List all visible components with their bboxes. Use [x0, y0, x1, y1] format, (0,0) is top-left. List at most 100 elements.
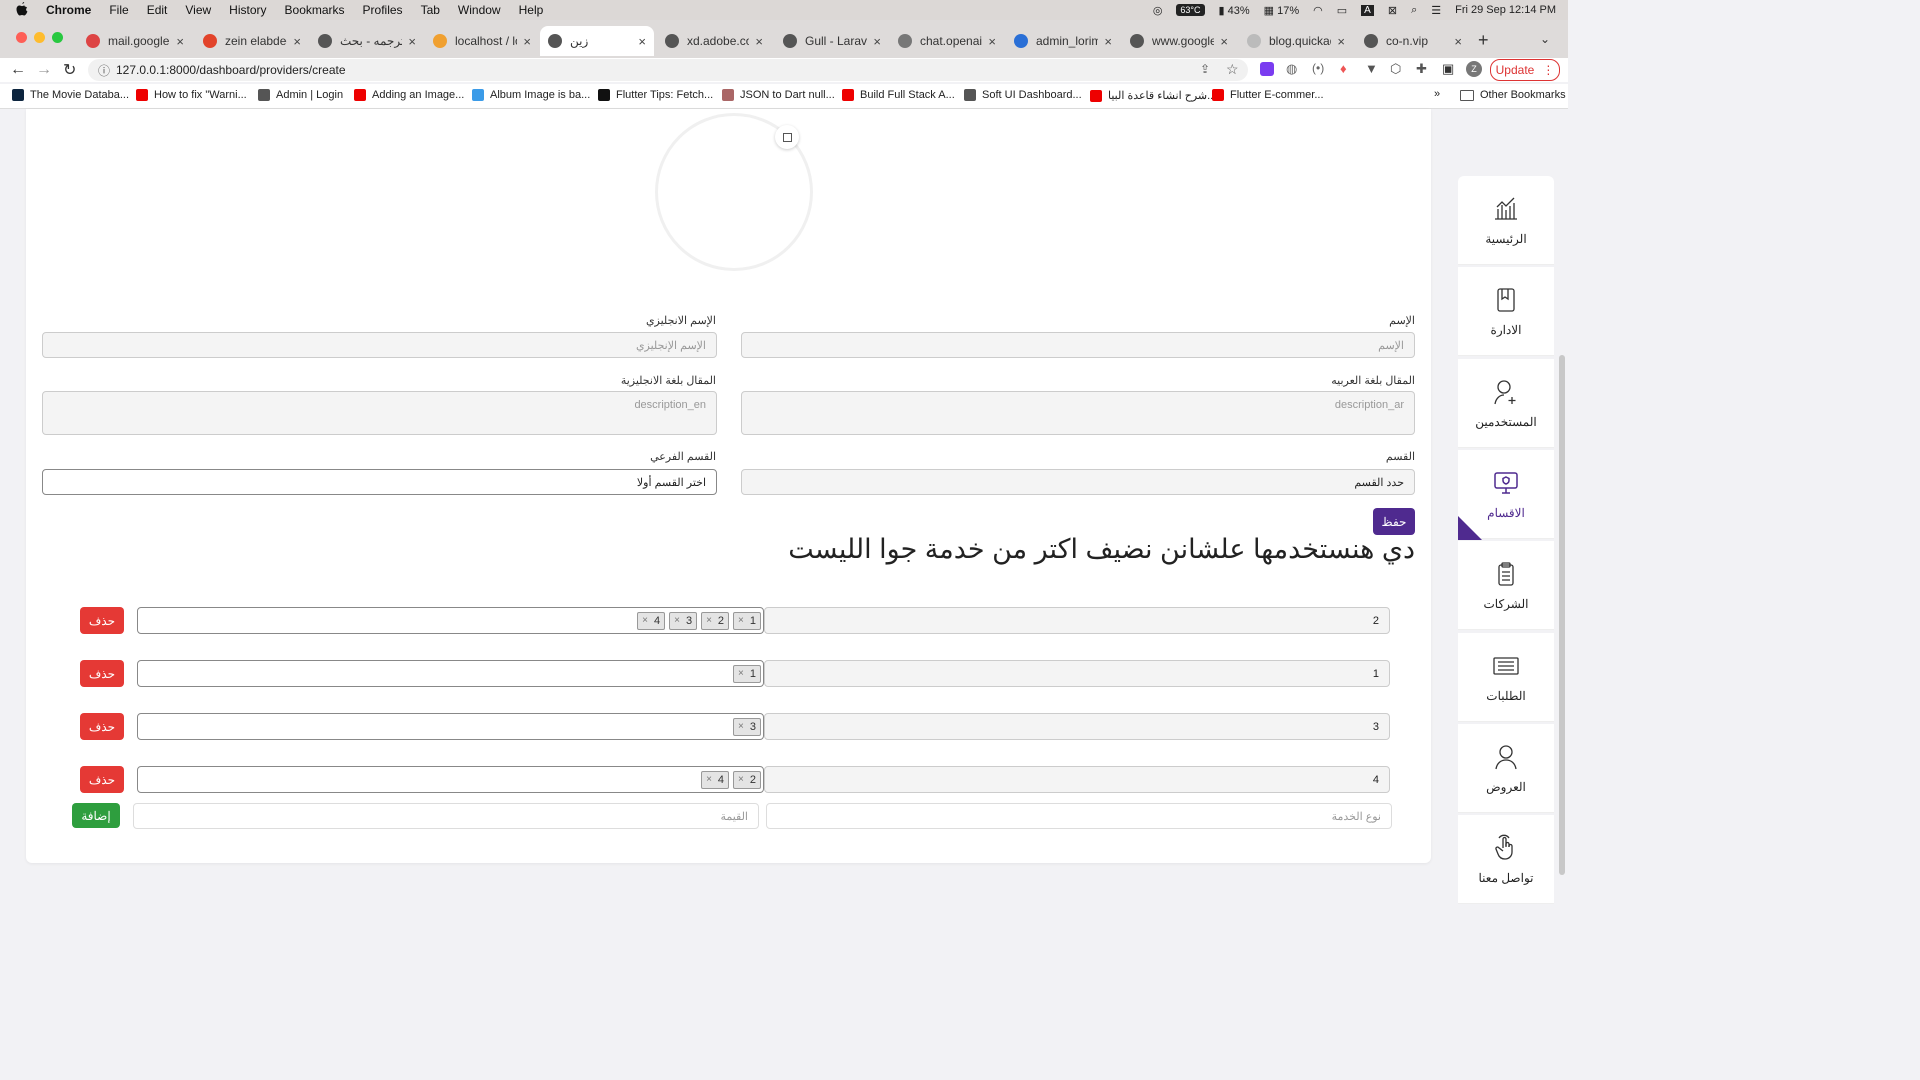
- share-icon[interactable]: ⇪: [1200, 62, 1210, 76]
- extension-icon[interactable]: (•): [1312, 61, 1324, 75]
- back-button[interactable]: ←: [10, 61, 26, 79]
- service-value-input[interactable]: القيمة: [133, 803, 759, 829]
- delete-button[interactable]: حذف: [80, 766, 124, 793]
- creative-cloud-icon[interactable]: ◎: [1153, 4, 1163, 17]
- tab-close-icon[interactable]: ×: [176, 34, 184, 49]
- control-center-icon[interactable]: ☰: [1431, 4, 1441, 17]
- chip-remove-icon[interactable]: ×: [738, 615, 744, 626]
- delete-button[interactable]: حذف: [80, 607, 124, 634]
- add-button[interactable]: إضافة: [72, 803, 120, 828]
- service-values-multiselect[interactable]: × 2 × 4: [137, 766, 764, 793]
- close-window-button[interactable]: [16, 32, 27, 43]
- tab-close-icon[interactable]: ×: [1220, 34, 1228, 49]
- chip-remove-icon[interactable]: ×: [738, 774, 744, 785]
- service-type-field[interactable]: 1: [764, 660, 1390, 687]
- new-tab-button[interactable]: +: [1478, 30, 1489, 51]
- tab-11[interactable]: co-n.vip ×: [1356, 26, 1470, 56]
- tab-close-icon[interactable]: ×: [638, 34, 646, 49]
- delete-button[interactable]: حذف: [80, 660, 124, 687]
- tab-5[interactable]: xd.adobe.com ×: [657, 26, 771, 56]
- value-chip[interactable]: × 3: [733, 717, 761, 736]
- menu-view[interactable]: View: [185, 3, 211, 17]
- tab-4[interactable]: زين ×: [540, 26, 654, 56]
- more-bookmarks-icon[interactable]: »: [1434, 88, 1440, 100]
- search-icon[interactable]: ⌕: [1411, 4, 1417, 17]
- extension-icon[interactable]: ▼: [1365, 61, 1378, 76]
- chip-remove-icon[interactable]: ×: [642, 615, 648, 626]
- minimize-window-button[interactable]: [34, 32, 45, 43]
- desc-ar-textarea[interactable]: description_ar: [741, 391, 1415, 435]
- reload-button[interactable]: ↻: [63, 60, 76, 80]
- value-chip[interactable]: × 4: [637, 611, 666, 630]
- bookmark-item[interactable]: Admin | Login: [258, 89, 343, 101]
- cpu-indicator[interactable]: ▦ 17%: [1264, 4, 1299, 17]
- clock[interactable]: Fri 29 Sep 12:14 PM: [1455, 4, 1556, 16]
- sidebar-item-2[interactable]: المستخدمين: [1458, 359, 1554, 448]
- service-values-multiselect[interactable]: × 1: [137, 660, 764, 687]
- other-bookmarks[interactable]: Other Bookmarks: [1460, 89, 1566, 101]
- tab-0[interactable]: mail.google.c ×: [78, 26, 192, 56]
- desc-en-textarea[interactable]: description_en: [42, 391, 717, 435]
- tab-3[interactable]: localhost / loc ×: [425, 26, 539, 56]
- input-source-icon[interactable]: A: [1361, 4, 1374, 16]
- battery-indicator[interactable]: ▮ 43%: [1219, 4, 1250, 17]
- service-type-input[interactable]: نوع الخدمة: [766, 803, 1392, 829]
- save-button[interactable]: حفظ: [1373, 508, 1415, 535]
- name-en-input[interactable]: الإسم الإنجليزي: [42, 332, 717, 358]
- app-name[interactable]: Chrome: [46, 3, 91, 17]
- sidebar-item-7[interactable]: تواصل معنا: [1458, 815, 1554, 904]
- value-chip[interactable]: × 2: [701, 611, 730, 630]
- bookmark-item[interactable]: The Movie Databa...: [12, 89, 129, 101]
- profile-avatar[interactable]: Z: [1466, 61, 1482, 77]
- menu-profiles[interactable]: Profiles: [363, 3, 403, 17]
- tab-close-icon[interactable]: ×: [293, 34, 301, 49]
- bookmark-item[interactable]: Soft UI Dashboard...: [964, 89, 1082, 101]
- tab-close-icon[interactable]: ×: [988, 34, 996, 49]
- display-icon[interactable]: ▭: [1337, 4, 1347, 17]
- tab-close-icon[interactable]: ×: [408, 34, 416, 49]
- tab-6[interactable]: Gull - Laravel ×: [775, 26, 889, 56]
- chip-remove-icon[interactable]: ×: [706, 615, 712, 626]
- service-type-field[interactable]: 3: [764, 713, 1390, 740]
- menu-edit[interactable]: Edit: [147, 3, 168, 17]
- chip-remove-icon[interactable]: ×: [738, 668, 744, 679]
- tab-2[interactable]: ترجمه - بحث ×: [310, 26, 424, 56]
- bookmark-item[interactable]: Album Image is ba...: [472, 89, 590, 101]
- bookmark-item[interactable]: شرح انشاء قاعدة البيا...: [1090, 89, 1216, 102]
- service-values-multiselect[interactable]: × 3: [137, 713, 764, 740]
- service-type-field[interactable]: 2: [764, 607, 1390, 634]
- bookmark-star-icon[interactable]: ☆: [1226, 61, 1239, 78]
- menu-window[interactable]: Window: [458, 3, 501, 17]
- value-chip[interactable]: × 3: [669, 611, 698, 630]
- value-chip[interactable]: × 2: [733, 770, 761, 789]
- tab-list-chevron-icon[interactable]: ⌄: [1540, 32, 1550, 46]
- apple-icon[interactable]: [16, 1, 28, 19]
- tab-7[interactable]: chat.openai.c ×: [890, 26, 1004, 56]
- service-type-field[interactable]: 4: [764, 766, 1390, 793]
- menu-tab[interactable]: Tab: [421, 3, 440, 17]
- address-bar[interactable]: ⓘ 127.0.0.1:8000/dashboard/providers/cre…: [88, 59, 1248, 81]
- bookmark-item[interactable]: JSON to Dart null...: [722, 89, 835, 101]
- puzzle-icon[interactable]: ✚: [1416, 61, 1427, 77]
- tab-1[interactable]: zein elabdeen ×: [195, 26, 309, 56]
- forward-button[interactable]: →: [36, 61, 52, 79]
- tab-8[interactable]: admin_lorim ×: [1006, 26, 1120, 56]
- chip-remove-icon[interactable]: ×: [674, 615, 680, 626]
- sidebar-item-4[interactable]: الشركات: [1458, 541, 1554, 630]
- chip-remove-icon[interactable]: ×: [738, 721, 744, 732]
- subcategory-select[interactable]: اختر القسم أولا: [42, 469, 717, 495]
- category-select[interactable]: حدد القسم: [741, 469, 1415, 495]
- name-input[interactable]: الإسم: [741, 332, 1415, 358]
- value-chip[interactable]: × 1: [733, 611, 761, 630]
- zoom-window-button[interactable]: [52, 32, 63, 43]
- bookmark-item[interactable]: How to fix "Warni...: [136, 89, 247, 101]
- sidebar-item-0[interactable]: الرئيسية: [1458, 176, 1554, 265]
- menu-bookmarks[interactable]: Bookmarks: [285, 3, 345, 17]
- chip-remove-icon[interactable]: ×: [706, 774, 712, 785]
- tab-close-icon[interactable]: ×: [873, 34, 881, 49]
- extension-icon[interactable]: ⬡: [1390, 61, 1401, 77]
- tab-close-icon[interactable]: ×: [1454, 34, 1462, 49]
- bookmark-item[interactable]: Adding an Image...: [354, 89, 464, 101]
- menu-help[interactable]: Help: [519, 3, 544, 17]
- value-chip[interactable]: × 4: [701, 770, 730, 789]
